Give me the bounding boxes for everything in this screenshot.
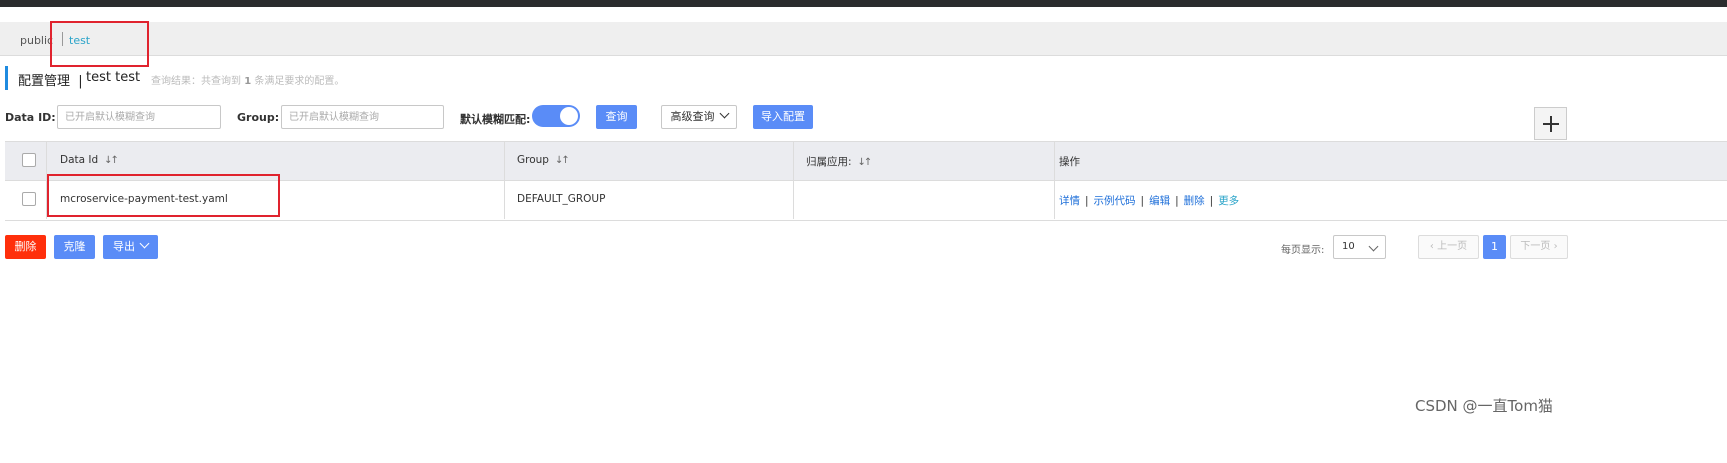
fuzzy-match-label: 默认模糊匹配: — [460, 113, 531, 126]
row-ops-cell: 详情 | 示例代码 | 编辑 | 删除 | 更多 — [1055, 181, 1727, 219]
toggle-knob — [560, 107, 578, 125]
top-dark-bar — [0, 0, 1727, 7]
next-page-label: 下一页 — [1520, 241, 1551, 252]
delete-link[interactable]: 删除 — [1184, 195, 1205, 207]
op-separator: | — [1209, 195, 1214, 207]
chevron-down-icon — [139, 238, 150, 249]
row-select-cell — [5, 181, 47, 219]
edit-link[interactable]: 编辑 — [1149, 195, 1170, 207]
prev-page-label: 上一页 — [1437, 241, 1468, 252]
namespace-tab-public[interactable]: public — [20, 34, 53, 47]
per-page-value: 10 — [1342, 241, 1355, 252]
table-header: Data Id ↓↑ Group ↓↑ 归属应用: ↓↑ 操作 — [5, 142, 1727, 181]
chevron-down-icon — [1368, 241, 1379, 252]
op-separator: | — [1140, 195, 1145, 207]
data-id-search-input[interactable] — [57, 105, 221, 129]
header-data-id[interactable]: Data Id ↓↑ — [47, 142, 505, 180]
row-data-id: mcroservice-payment-test.yaml — [60, 193, 228, 205]
row-app-cell — [794, 181, 1055, 219]
select-all-checkbox[interactable] — [22, 153, 36, 167]
watermark: CSDN @一直Tom猫 — [1415, 397, 1553, 415]
header-select-cell — [5, 142, 47, 180]
header-group[interactable]: Group ↓↑ — [505, 142, 794, 180]
detail-link[interactable]: 详情 — [1059, 195, 1080, 207]
header-data-id-label: Data Id — [60, 154, 99, 166]
row-group-cell: DEFAULT_GROUP — [505, 181, 794, 219]
op-separator: | — [1085, 195, 1089, 207]
namespace-bar: public test — [0, 22, 1727, 56]
row-checkbox[interactable] — [22, 192, 36, 206]
search-button[interactable]: 查询 — [596, 105, 637, 129]
table-row: mcroservice-payment-test.yaml DEFAULT_GR… — [5, 181, 1727, 219]
advanced-search-label: 高级查询 — [670, 110, 715, 123]
bulk-clone-button[interactable]: 克隆 — [54, 235, 95, 259]
sort-icon: ↓↑ — [554, 155, 570, 166]
sort-icon: ↓↑ — [857, 157, 873, 168]
bulk-delete-button[interactable]: 删除 — [5, 235, 46, 259]
sample-code-link[interactable]: 示例代码 — [1094, 195, 1136, 207]
per-page-select[interactable]: 10 — [1333, 235, 1386, 259]
more-link[interactable]: 更多 — [1218, 195, 1239, 207]
header-group-label: Group — [517, 154, 549, 166]
bulk-export-button[interactable]: 导出 — [103, 235, 158, 259]
title-accent-bar — [5, 66, 8, 90]
sort-icon: ↓↑ — [104, 155, 119, 166]
header-ops: 操作 — [1055, 142, 1727, 180]
import-config-button[interactable]: 导入配置 — [753, 105, 813, 129]
row-data-id-cell: mcroservice-payment-test.yaml — [47, 181, 505, 219]
group-search-input[interactable] — [281, 105, 444, 129]
config-table: Data Id ↓↑ Group ↓↑ 归属应用: ↓↑ 操作 mcroservice… — [5, 141, 1727, 221]
per-page-label: 每页显示: — [1281, 245, 1325, 256]
query-summary: 查询结果：共查询到 1 条满足要求的配置。 — [151, 76, 345, 87]
namespace-divider — [62, 32, 63, 46]
current-page[interactable]: 1 — [1483, 235, 1506, 259]
header-ops-label: 操作 — [1059, 156, 1080, 168]
op-separator: | — [1175, 195, 1179, 207]
next-page-button[interactable]: 下一页 › — [1510, 235, 1568, 259]
header-app[interactable]: 归属应用: ↓↑ — [794, 142, 1055, 180]
advanced-search-button[interactable]: 高级查询 — [661, 105, 737, 129]
namespace-tab-test[interactable]: test — [69, 34, 90, 47]
fuzzy-match-toggle[interactable] — [532, 105, 580, 127]
add-config-plus-icon[interactable] — [1534, 107, 1567, 140]
row-group: DEFAULT_GROUP — [517, 193, 606, 205]
header-app-label: 归属应用: — [806, 156, 852, 168]
page-title-namespace: test test — [86, 70, 141, 85]
export-label: 导出 — [113, 240, 135, 253]
row-operations: 详情 | 示例代码 | 编辑 | 删除 | 更多 — [1059, 193, 1239, 208]
group-label: Group: — [237, 111, 280, 124]
data-id-label: Data ID: — [5, 111, 56, 124]
prev-page-button[interactable]: ‹ 上一页 — [1418, 235, 1479, 259]
chevron-down-icon — [719, 108, 729, 119]
page-title: 配置管理 | — [18, 74, 83, 89]
